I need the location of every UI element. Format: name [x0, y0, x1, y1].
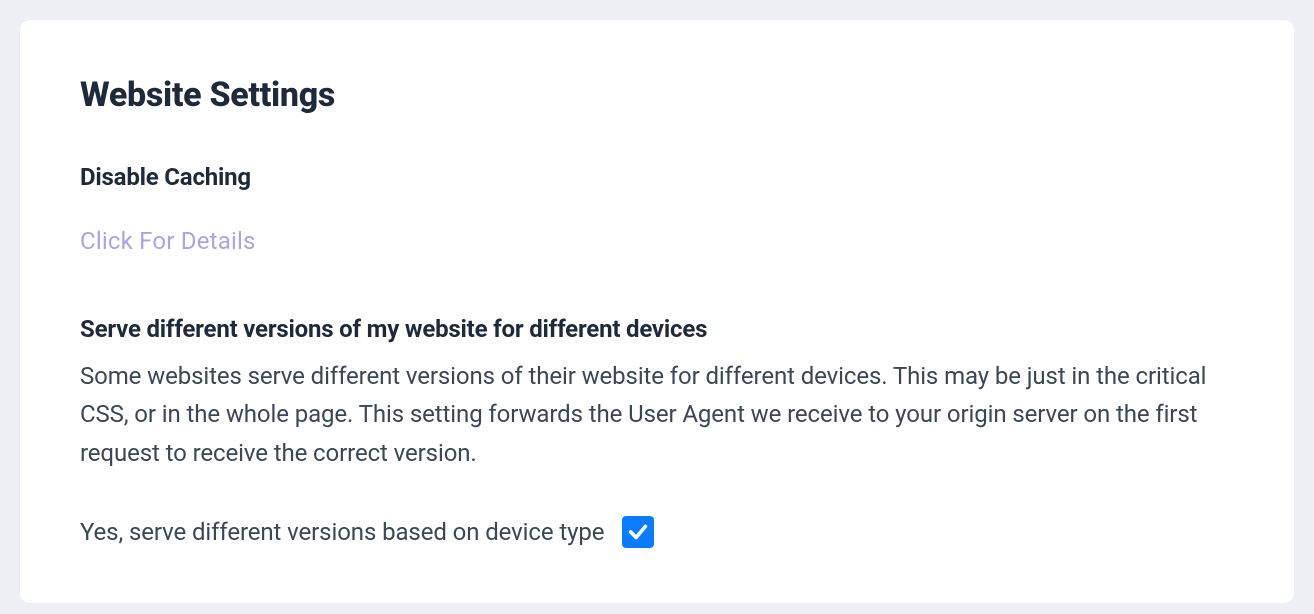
disable-caching-heading: Disable Caching [80, 163, 1234, 191]
device-versions-checkbox-label: Yes, serve different versions based on d… [80, 518, 604, 546]
click-for-details-link[interactable]: Click For Details [80, 227, 256, 255]
page-title: Website Settings [80, 75, 1234, 115]
device-versions-checkbox[interactable] [622, 516, 654, 548]
device-versions-heading: Serve different versions of my website f… [80, 315, 1234, 343]
settings-card: Website Settings Disable Caching Click F… [20, 20, 1294, 603]
device-versions-description: Some websites serve different versions o… [80, 357, 1234, 472]
device-versions-checkbox-row: Yes, serve different versions based on d… [80, 516, 1234, 548]
